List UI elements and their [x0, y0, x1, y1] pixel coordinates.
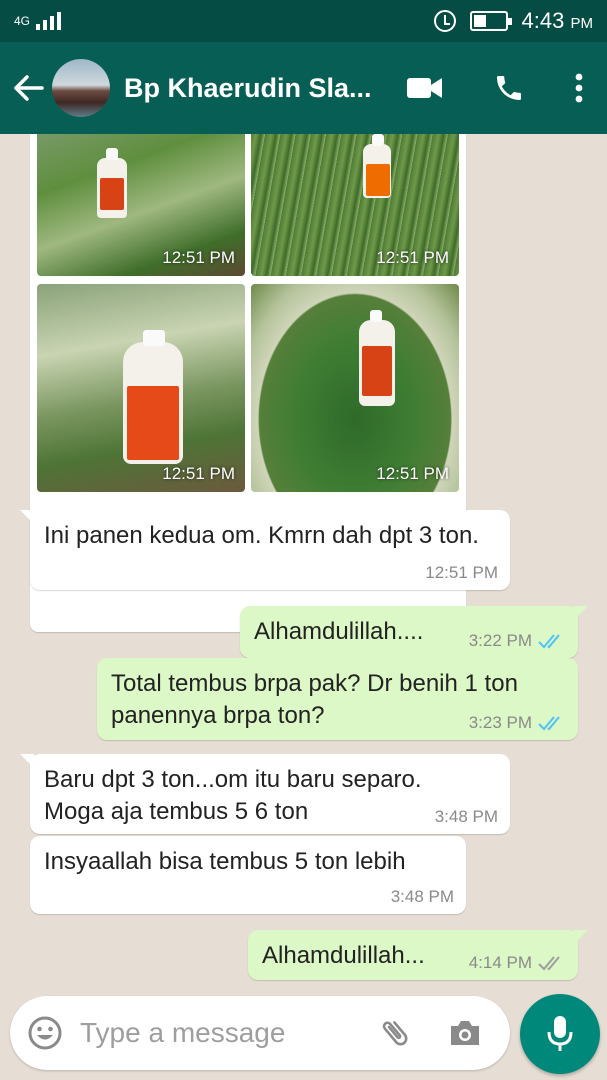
mic-icon — [547, 1016, 573, 1051]
message-text: Baru dpt 3 ton...om itu baru separo. Mog… — [44, 766, 422, 825]
message-meta: 3:22 PM — [469, 632, 566, 650]
attach-icon[interactable] — [360, 996, 430, 1070]
status-left: 4G — [14, 12, 62, 30]
network-type: 4G — [14, 13, 31, 28]
camera-icon[interactable] — [430, 996, 500, 1070]
double-check-delivered-icon — [538, 956, 560, 971]
video-call-icon[interactable] — [383, 42, 467, 134]
photo-time: 12:51 PM — [376, 248, 449, 267]
message-meta: 4:14 PM — [469, 954, 566, 972]
message-bubble-incoming[interactable]: Insyaallah bisa tembus 5 ton lebih 3:48 … — [30, 836, 466, 914]
back-arrow-icon[interactable] — [8, 42, 50, 134]
emoji-icon[interactable] — [10, 996, 80, 1070]
message-time: 3:48 PM — [434, 807, 498, 826]
photo-thumbnail[interactable]: 12:51 PM — [251, 284, 459, 492]
message-time: 3:23 PM — [468, 713, 532, 732]
photo-thumbnail[interactable]: 12:51 PM — [251, 134, 459, 276]
message-bubble-incoming[interactable]: Baru dpt 3 ton...om itu baru separo. Mog… — [20, 754, 510, 834]
chat-header: Bp Khaerudin Sla... — [0, 42, 607, 134]
photo-time: 12:51 PM — [162, 464, 235, 483]
message-time: 3:22 PM — [468, 631, 532, 650]
double-check-read-icon — [538, 634, 560, 649]
message-meta: 3:48 PM — [435, 808, 498, 826]
message-bubble-outgoing[interactable]: Total tembus brpa pak? Dr benih 1 ton pa… — [97, 658, 578, 740]
avatar[interactable] — [52, 59, 110, 117]
message-bubble-incoming[interactable]: Ini panen kedua om. Kmrn dah dpt 3 ton. … — [20, 510, 510, 590]
message-time: 3:48 PM — [390, 887, 454, 906]
battery-icon — [469, 11, 512, 31]
photo-thumbnail[interactable]: 12:51 PM — [37, 134, 245, 276]
photo-time: 12:51 PM — [162, 248, 235, 267]
status-bar: 4G 4:43 PM — [0, 0, 607, 42]
header-actions — [383, 42, 607, 134]
status-time-value: 4:43 — [521, 8, 565, 33]
message-text: Ini panen kedua om. Kmrn dah dpt 3 ton. — [44, 522, 479, 549]
status-time: 4:43 PM — [522, 8, 593, 34]
photo-thumbnail[interactable]: 12:51 PM — [37, 284, 245, 492]
signal-icon — [36, 12, 62, 30]
message-time: 12:51 PM — [425, 563, 498, 582]
status-right: 4:43 PM — [433, 8, 593, 34]
message-meta: 12:51 PM — [425, 564, 498, 582]
more-vert-icon[interactable] — [551, 42, 607, 134]
message-bubble-outgoing[interactable]: Alhamdulillah... 4:14 PM — [248, 930, 588, 980]
chat-area[interactable]: 12:51 PM 12:51 PM 12:51 PM 12:51 PM Ini … — [0, 134, 607, 990]
message-meta: 3:48 PM — [391, 888, 454, 906]
alarm-icon — [433, 10, 456, 32]
message-time: 4:14 PM — [468, 953, 532, 972]
message-composer — [10, 996, 510, 1070]
mic-button[interactable] — [520, 994, 600, 1074]
phone-icon[interactable] — [467, 42, 551, 134]
photo-time: 12:51 PM — [376, 464, 449, 483]
message-text: Insyaallah bisa tembus 5 ton lebih — [44, 848, 406, 875]
double-check-read-icon — [538, 716, 560, 731]
message-bubble-outgoing[interactable]: Alhamdulillah.... 3:22 PM — [240, 606, 588, 658]
status-time-ampm: PM — [570, 15, 594, 32]
message-input[interactable] — [80, 1017, 360, 1049]
contact-name[interactable]: Bp Khaerudin Sla... — [124, 73, 384, 104]
message-meta: 3:23 PM — [469, 714, 566, 732]
